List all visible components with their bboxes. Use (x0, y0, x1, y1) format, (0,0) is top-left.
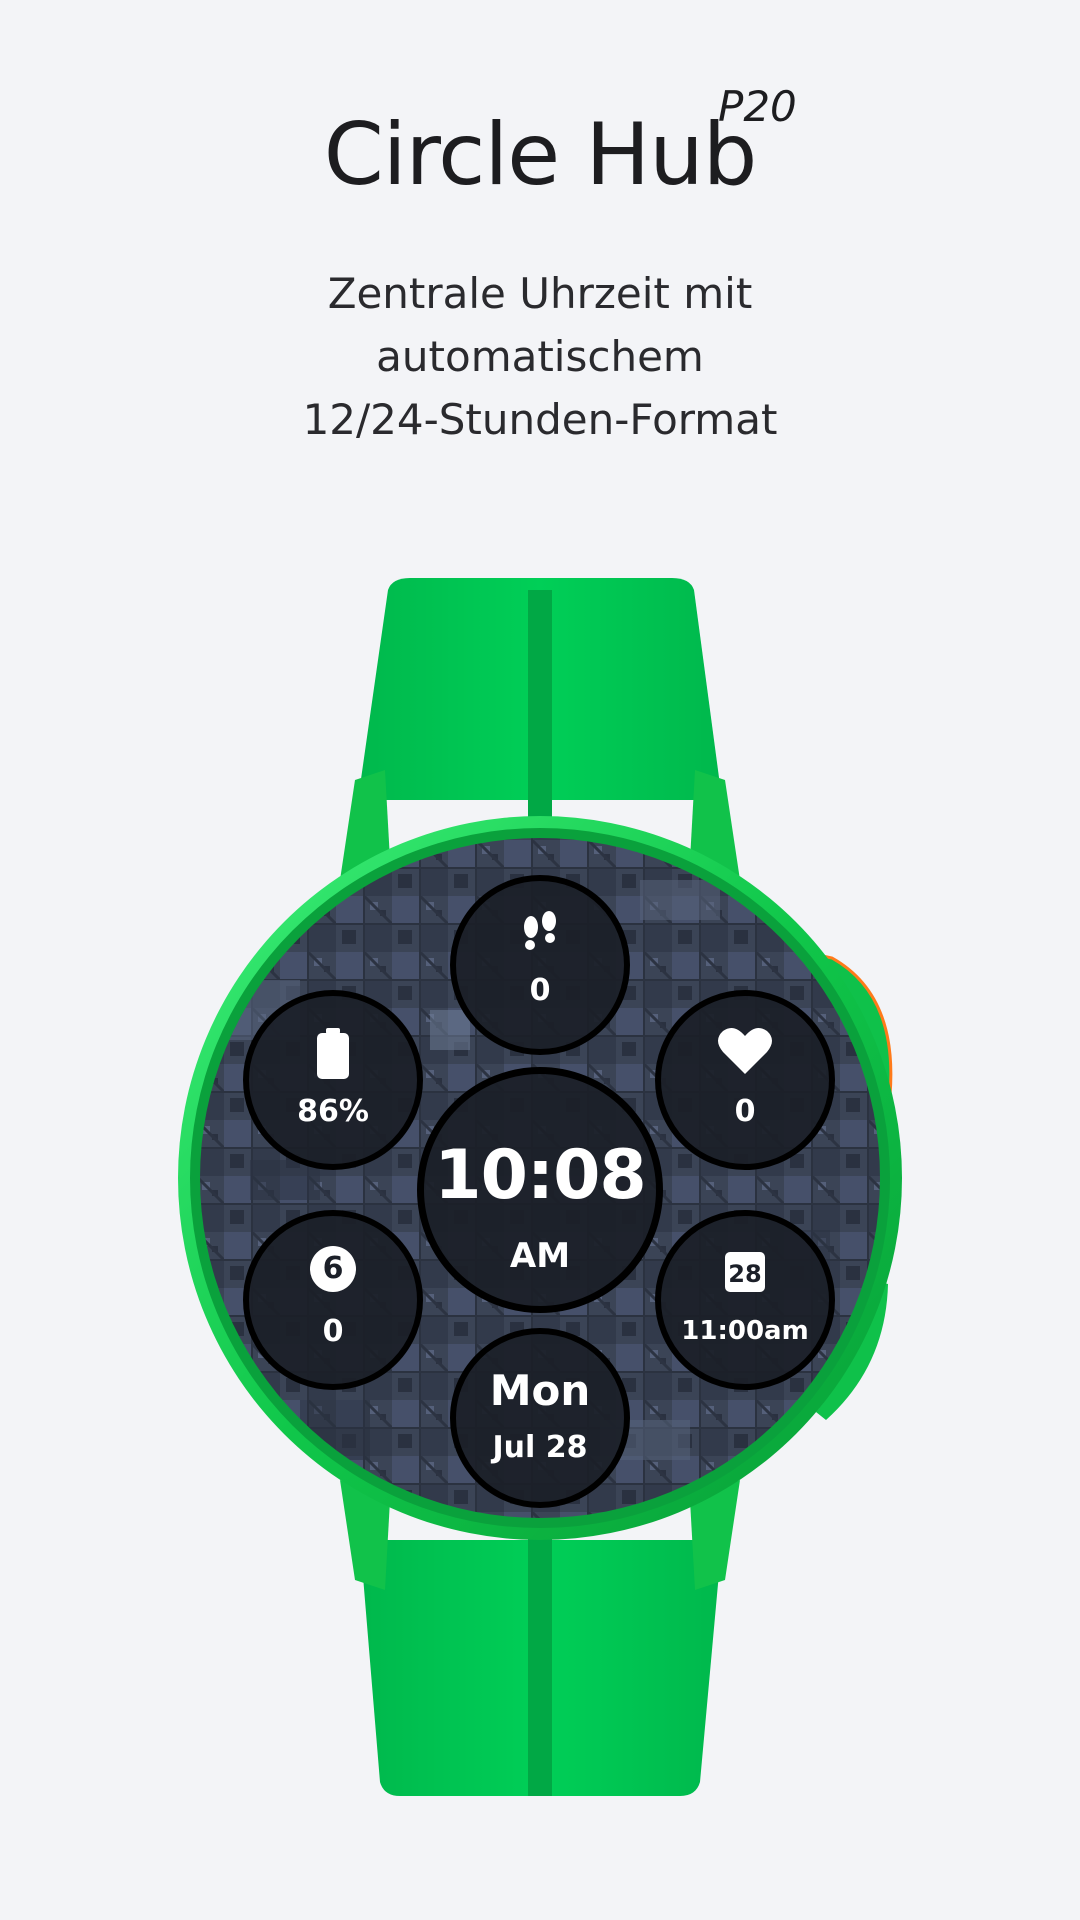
time-complication[interactable]: 10:08 AM (417, 1067, 663, 1313)
notifications-badge: 6 (322, 1251, 344, 1286)
battery-icon (313, 1028, 353, 1084)
time-period: AM (509, 1236, 571, 1276)
date-weekday: Mon (489, 1366, 591, 1415)
calendar-complication[interactable]: 28 11:00am (655, 1210, 835, 1390)
promo-screen: Circle Hub P20 Zentrale Uhrzeit mit auto… (0, 0, 1080, 1920)
steps-value: 0 (529, 973, 551, 1008)
date-day: Jul 28 (492, 1430, 588, 1465)
notifications-value: 0 (322, 1314, 344, 1349)
heart-rate-complication[interactable]: 0 (655, 990, 835, 1170)
date-complication[interactable]: Mon Jul 28 (450, 1328, 630, 1508)
battery-complication[interactable]: 86% (243, 990, 423, 1170)
calendar-day-number: 28 (728, 1260, 762, 1288)
time-value: 10:08 (434, 1136, 646, 1215)
heart-icon (717, 1026, 773, 1080)
notifications-complication[interactable]: 6 0 (243, 1210, 423, 1390)
badge-count-icon: 6 (310, 1246, 356, 1292)
battery-value: 86% (297, 1094, 369, 1129)
calendar-event-time: 11:00am (681, 1316, 809, 1346)
footsteps-icon (515, 909, 565, 963)
steps-complication[interactable]: 0 (450, 875, 630, 1055)
calendar-icon: 28 (725, 1252, 765, 1292)
heart-rate-value: 0 (734, 1094, 756, 1129)
